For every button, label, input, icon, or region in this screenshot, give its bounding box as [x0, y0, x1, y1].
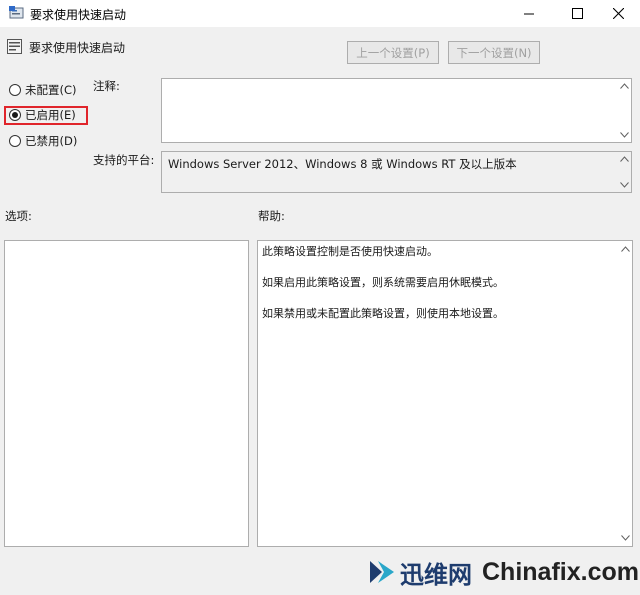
minimize-icon: [523, 13, 534, 15]
comment-textarea[interactable]: [161, 78, 632, 143]
setting-icon: [7, 39, 22, 54]
radio-button[interactable]: [9, 84, 21, 96]
maximize-icon: [571, 8, 583, 19]
radio-label: 未配置(C): [25, 83, 77, 97]
radio-label: 已禁用(D): [25, 134, 78, 148]
scroll-down-icon[interactable]: [621, 534, 630, 542]
close-icon: [612, 8, 624, 19]
radio-not-configured[interactable]: 未配置(C): [9, 82, 77, 98]
supported-platform-box: Windows Server 2012、Windows 8 或 Windows …: [161, 151, 632, 193]
radio-disabled[interactable]: 已禁用(D): [9, 133, 77, 149]
help-paragraph: 如果启用此策略设置，则系统需要启用休眠模式。: [262, 276, 504, 289]
scroll-up-icon[interactable]: [621, 245, 630, 253]
watermark-en-text: Chinafix.com: [482, 557, 639, 586]
title-bar: 要求使用快速启动: [0, 0, 640, 27]
watermark-cn-text: 迅维网: [400, 560, 472, 589]
comment-label: 注释:: [93, 79, 120, 93]
previous-setting-button[interactable]: 上一个设置(P): [347, 41, 439, 64]
radio-button[interactable]: [9, 135, 21, 147]
highlight-annotation: [4, 106, 88, 125]
setting-title: 要求使用快速启动: [29, 41, 126, 55]
scroll-up-icon[interactable]: [620, 82, 629, 90]
minimize-button[interactable]: [507, 0, 551, 27]
next-setting-button[interactable]: 下一个设置(N): [448, 41, 540, 64]
watermark: 迅维网 Chinafix.com: [362, 549, 640, 595]
close-button[interactable]: [596, 0, 640, 27]
window-title: 要求使用快速启动: [30, 8, 127, 22]
help-paragraph: 如果禁用或未配置此策略设置，则使用本地设置。: [262, 307, 504, 320]
supported-platform-value: Windows Server 2012、Windows 8 或 Windows …: [168, 157, 517, 171]
help-label: 帮助:: [258, 209, 285, 223]
scroll-down-icon[interactable]: [620, 181, 629, 189]
scroll-down-icon[interactable]: [620, 131, 629, 139]
policy-app-icon: [9, 6, 24, 19]
scroll-up-icon[interactable]: [620, 155, 629, 163]
supported-platform-label: 支持的平台:: [93, 153, 155, 167]
maximize-button[interactable]: [555, 0, 599, 27]
help-paragraph: 此策略设置控制是否使用快速启动。: [262, 245, 438, 258]
chinafix-logo-icon: [370, 561, 394, 583]
options-label: 选项:: [5, 209, 32, 223]
options-panel: [4, 240, 249, 547]
help-panel: 此策略设置控制是否使用快速启动。 如果启用此策略设置，则系统需要启用休眠模式。 …: [257, 240, 633, 547]
